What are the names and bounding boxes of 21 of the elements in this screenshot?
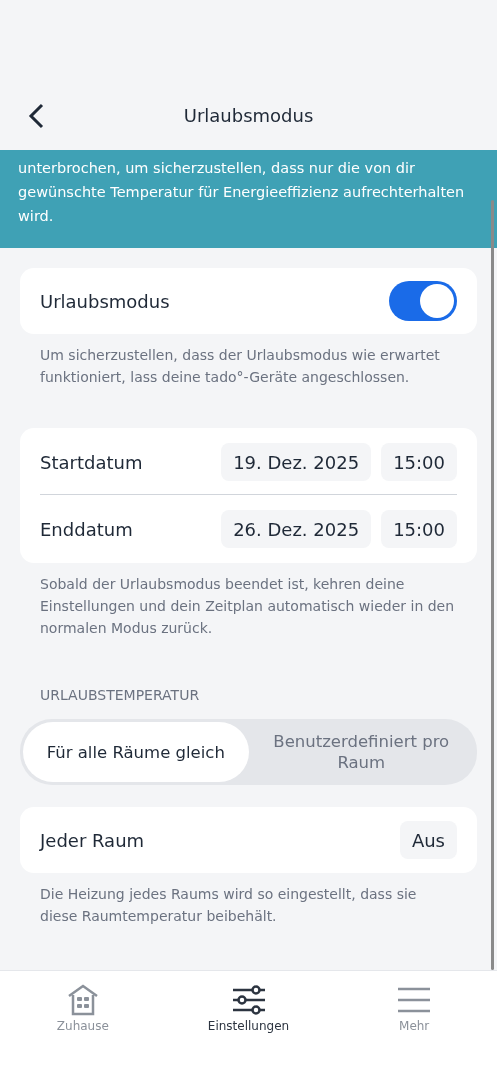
note-text: Sobald der Urlaubsmodus beendet ist, kehren deine Einstellungen und dein Zeitplan automatisch wieder in den normalen Modus zurück. [40, 576, 455, 636]
date-label: Enddatum [40, 518, 134, 540]
nav-tab[interactable]: Einstellungen [165, 983, 332, 1033]
time-button[interactable]: 15:00 [381, 510, 457, 548]
date-button[interactable]: 19. Dez. 2025 [221, 443, 372, 481]
note-text: Um sicherzustellen, dass der Urlaubsmodus wie erwartet funktioniert, lass deine tado°-Geräte angeschlossen. [40, 347, 440, 385]
segment-option[interactable]: Benutzerdefiniert pro Raum [248, 722, 474, 782]
segment-option[interactable]: Für alle Räume gleich [23, 722, 249, 782]
page-title: Urlaubsmodus [183, 104, 314, 126]
time-button[interactable]: 15:00 [381, 443, 457, 481]
value-button[interactable]: Aus [399, 821, 457, 859]
toggle-label: Urlaubsmodus [40, 290, 170, 312]
date-label: Startdatum [40, 451, 144, 473]
section-heading: URLAUBSTEMPERATUR [40, 687, 200, 703]
note-text: Die Heizung jedes Raums wird so eingestellt, dass sie diese Raumtemperatur beibehält. [40, 886, 417, 924]
banner-text: unterbrochen, um sicherzustellen, dass nur die von dir gewünschte Temperatur für Energieeffizienz aufrechterhalten wird. [18, 160, 465, 224]
sliders-icon [231, 983, 266, 1017]
room-label: Jeder Raum [40, 829, 145, 851]
date-button[interactable]: 26. Dez. 2025 [221, 510, 372, 548]
back-button[interactable] [26, 102, 46, 130]
toggle-switch[interactable] [389, 281, 457, 321]
